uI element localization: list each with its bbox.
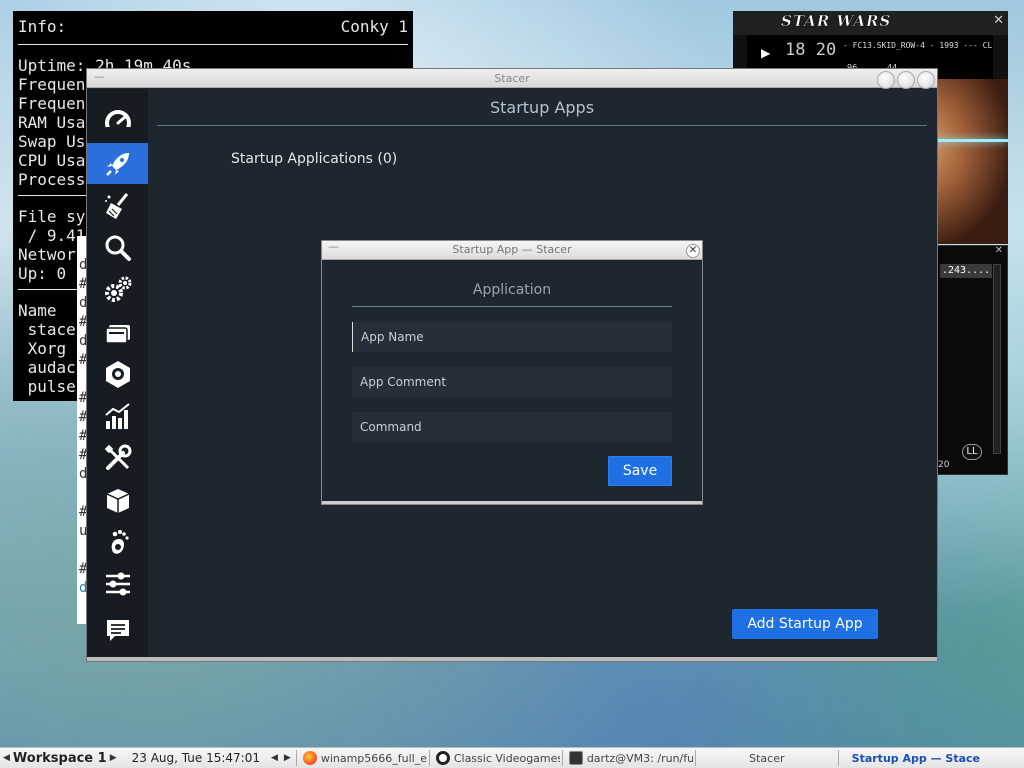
sidebar-item-uninstaller[interactable] (87, 353, 148, 394)
terminal-icon (568, 751, 583, 765)
add-startup-app-button[interactable]: Add Startup App (732, 609, 878, 639)
firefox-icon (302, 751, 317, 765)
stacer-titlebar[interactable]: — Stacer (87, 67, 937, 89)
minimize-button[interactable] (877, 71, 895, 89)
close-icon[interactable]: ✕ (686, 244, 700, 258)
page-title: Startup Apps (157, 89, 927, 126)
dialog-heading: Application (352, 281, 672, 307)
task-winamp[interactable]: winamp5666_full_e (299, 751, 427, 765)
playlist-item[interactable]: .243.... (940, 264, 992, 278)
broom-icon (104, 192, 128, 219)
dialog-title: Startup App — Stacer (452, 243, 572, 256)
bar-chart-icon (104, 402, 130, 429)
task-label: Classic Videogames (453, 751, 560, 765)
taskbar: ◀ Workspace 1 ▶ 23 Aug, Tue 15:47:01 ◀ ▶… (0, 747, 1024, 768)
sidebar-item-services[interactable] (87, 269, 148, 310)
save-button[interactable]: Save (608, 456, 672, 486)
chat-icon (106, 619, 129, 641)
maximize-button[interactable] (897, 71, 915, 89)
minimize-icon[interactable]: — (328, 238, 339, 256)
task-label: winamp5666_full_e (320, 751, 427, 765)
task-classic-videogames[interactable]: Classic Videogames (432, 751, 560, 765)
package-icon (105, 360, 130, 388)
app-name-input[interactable] (352, 322, 672, 352)
gnome-foot-icon (111, 529, 129, 554)
prev-workspace-icon[interactable]: ◀ (0, 753, 13, 763)
task-terminal[interactable]: dartz@VM3: /run/fu (565, 751, 693, 765)
rocket-icon (105, 152, 129, 176)
prev-task-icon[interactable]: ◀ (268, 753, 281, 763)
command-input[interactable] (352, 412, 672, 442)
gears-icon (104, 276, 131, 302)
next-workspace-icon[interactable]: ▶ (107, 753, 120, 763)
playlist-button[interactable]: LL (962, 444, 982, 460)
winamp-marquee: - FC13.SKID_ROW-4 - 1993 --- CL (843, 41, 993, 50)
dialog-titlebar[interactable]: — Startup App — Stacer ✕ (322, 238, 702, 260)
window-title: Stacer (494, 72, 530, 85)
task-label: Stacer (749, 751, 785, 765)
startup-app-dialog: — Startup App — Stacer ✕ Application Sav… (321, 240, 703, 505)
window-bottom-border (87, 657, 937, 661)
startup-applications-count: Startup Applications (0) (231, 151, 398, 167)
sidebar-item-processes[interactable] (87, 311, 148, 352)
task-label: dartz@VM3: /run/fu (586, 751, 693, 765)
playlist-number: 20 (938, 460, 950, 470)
clock[interactable]: 23 Aug, Tue 15:47:01 (132, 751, 260, 765)
winamp-playlist[interactable]: ✕ .243.... LL 20 (937, 245, 1008, 475)
task-stacer[interactable]: Stacer (698, 752, 836, 765)
close-icon[interactable]: ✕ (995, 245, 1003, 256)
workspace-name[interactable]: Workspace 1 (13, 751, 107, 766)
winamp-time: 18 20 (785, 40, 837, 60)
play-icon: ▶ (761, 46, 771, 60)
sidebar-item-apt-repository[interactable] (87, 479, 148, 520)
sidebar-item-startup-apps[interactable] (87, 143, 148, 184)
sidebar-item-helpers[interactable] (87, 437, 148, 478)
winamp-titlebar[interactable]: STAR WARS ✕ (733, 11, 1008, 35)
conky-app-name: Conky 1 (340, 17, 408, 36)
close-button[interactable] (917, 71, 935, 89)
box-icon (106, 488, 129, 513)
sidebar-item-settings[interactable] (87, 563, 148, 604)
task-label: Startup App — Stace (851, 751, 980, 765)
sidebar-item-feedback[interactable] (87, 609, 148, 650)
close-icon[interactable]: ✕ (993, 13, 1004, 28)
audacious-icon (435, 751, 450, 765)
sidebar-item-search[interactable] (87, 227, 148, 268)
conky-info-label: Info: (18, 17, 67, 36)
tools-icon (104, 444, 131, 470)
sidebar-item-dashboard[interactable] (87, 101, 148, 142)
playlist-scrollbar[interactable] (993, 264, 1001, 454)
sidebar-item-gnome-settings[interactable] (87, 521, 148, 562)
task-startup-app[interactable]: Startup App — Stace (841, 752, 991, 765)
app-comment-input[interactable] (352, 367, 672, 397)
winamp-logo: STAR WARS (781, 12, 892, 31)
next-task-icon[interactable]: ▶ (281, 753, 294, 763)
dialog-bottom-border (322, 501, 702, 504)
sidebar-item-system-cleaner[interactable] (87, 185, 148, 226)
sidebar (87, 89, 148, 661)
sidebar-item-resources[interactable] (87, 395, 148, 436)
speedometer-icon (104, 109, 131, 136)
cards-icon (104, 324, 130, 344)
sliders-icon (105, 572, 130, 595)
search-icon (105, 235, 131, 261)
minimize-icon[interactable]: — (94, 67, 105, 86)
